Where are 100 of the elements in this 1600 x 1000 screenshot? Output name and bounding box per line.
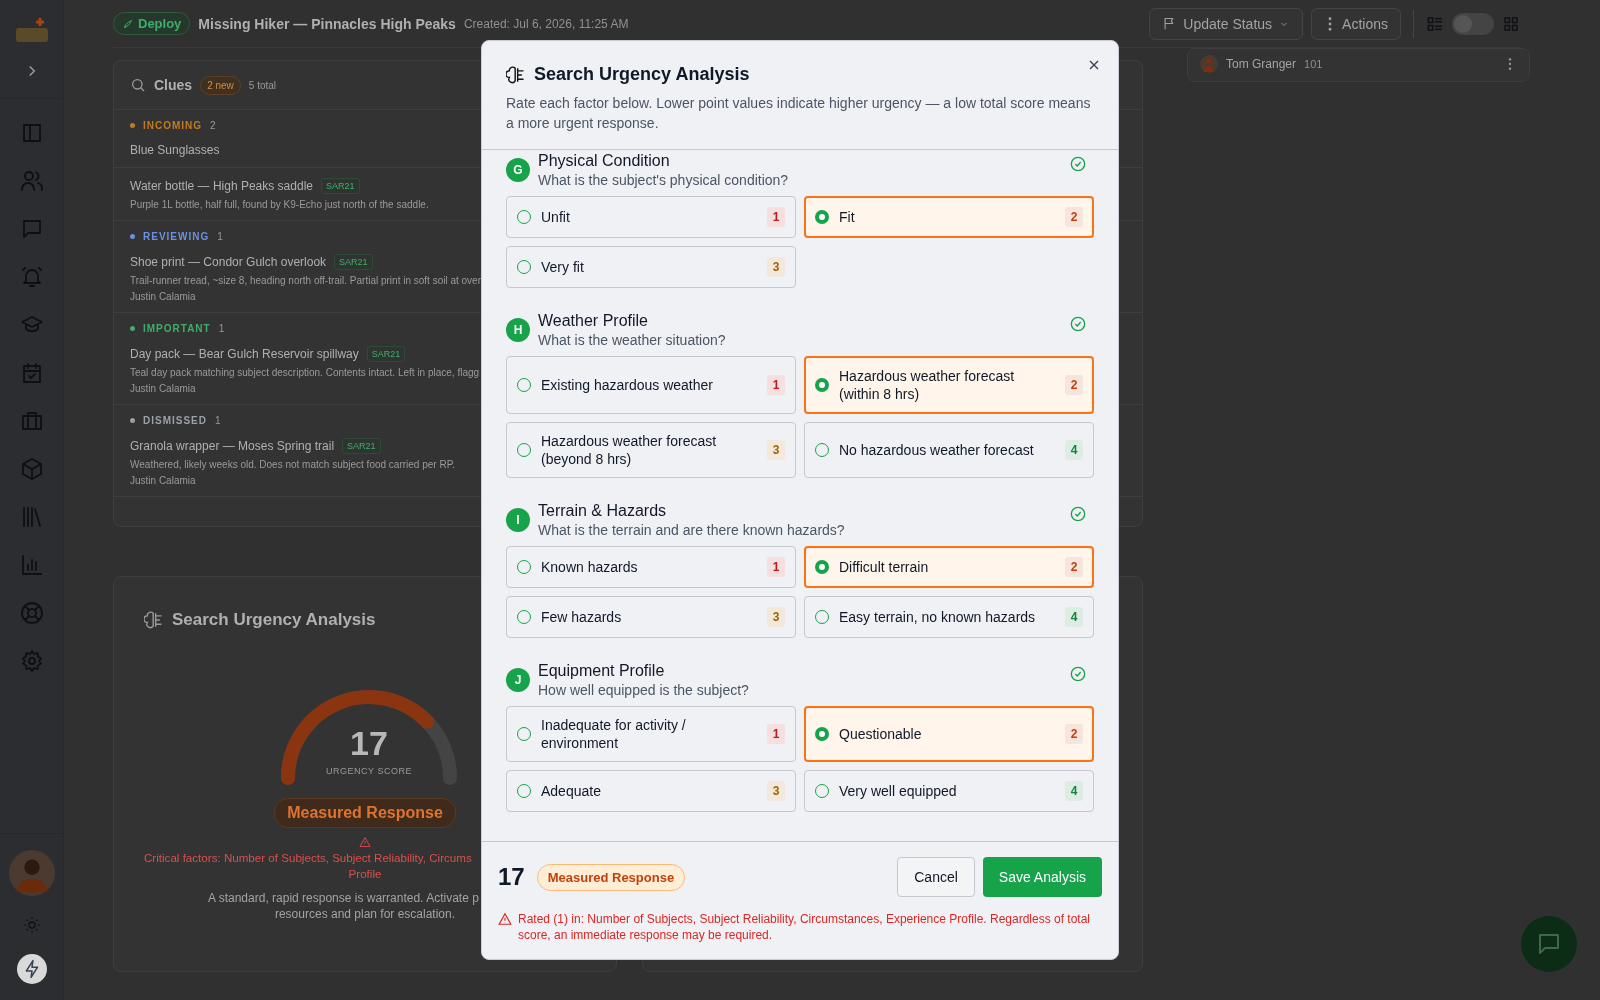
option-card[interactable]: Unfit 1	[506, 196, 796, 238]
clue-description: Trail-runner tread, ~size 8, heading north off-trail. Partial print in soft soil at over	[130, 275, 481, 286]
points-badge: 1	[767, 375, 785, 395]
more-icon[interactable]	[1507, 57, 1513, 71]
factor-letter: G	[506, 158, 530, 182]
crew-name: Tom Granger	[1226, 57, 1297, 71]
radio-button[interactable]	[815, 727, 829, 741]
clue-title[interactable]: Day pack — Bear Gulch Reservoir spillway	[130, 347, 359, 361]
search-icon	[130, 77, 146, 93]
factor-question: How well equipped is the subject?	[538, 682, 749, 698]
option-card[interactable]: Very well equipped 4	[804, 770, 1094, 812]
option-card[interactable]: Difficult terrain 2	[804, 546, 1094, 588]
option-label: Few hazards	[541, 608, 623, 627]
points-badge: 2	[1065, 207, 1083, 227]
points-badge: 2	[1065, 375, 1083, 395]
view-toggle[interactable]	[1452, 12, 1494, 35]
option-card[interactable]: Few hazards 3	[506, 596, 796, 638]
group-label[interactable]: INCOMING	[143, 120, 203, 131]
more-icon	[1328, 16, 1333, 31]
list-view-icon[interactable]	[1426, 14, 1444, 33]
clue-title[interactable]: Shoe print — Condor Gulch overlook	[130, 255, 327, 269]
option-card[interactable]: Hazardous weather forecast (beyond 8 hrs) 3	[506, 422, 796, 478]
points-badge: 1	[767, 557, 785, 577]
bell-icon[interactable]	[19, 265, 44, 289]
clue-tag: SAR21	[366, 346, 406, 362]
clue-title[interactable]: Water bottle — High Peaks saddle	[130, 179, 313, 193]
option-card[interactable]: Adequate 3	[506, 770, 796, 812]
points-badge: 2	[1065, 724, 1083, 744]
option-card[interactable]: Fit 2	[804, 196, 1094, 238]
clue-description: Purple 1L bottle, half full, found by K9-Echo just north of the saddle.	[130, 199, 429, 210]
crew-avatar	[1200, 55, 1218, 73]
brain-icon	[144, 610, 164, 630]
factor-letter: J	[506, 668, 530, 692]
option-label: Known hazards	[541, 558, 639, 577]
option-label: Easy terrain, no known hazards	[839, 608, 1037, 627]
clue-title[interactable]: Blue Sunglasses	[130, 143, 220, 157]
lightning-button[interactable]	[16, 954, 47, 984]
avatar[interactable]	[8, 850, 55, 896]
option-label: Difficult terrain	[839, 558, 930, 577]
chart-icon[interactable]	[19, 553, 44, 577]
points-badge: 1	[767, 207, 785, 227]
factor-question: What is the weather situation?	[538, 332, 726, 348]
option-label: No hazardous weather forecast	[839, 441, 1035, 460]
lifebuoy-icon[interactable]	[19, 601, 44, 625]
sun-icon[interactable]	[22, 916, 41, 934]
option-card[interactable]: Easy terrain, no known hazards 4	[804, 596, 1094, 638]
total-score: 17	[498, 863, 525, 891]
points-badge: 2	[1065, 557, 1083, 577]
clue-description: Weathered, likely weeks old. Does not match subject food carried per RP.	[130, 459, 455, 470]
option-card[interactable]: Existing hazardous weather 1	[506, 356, 796, 414]
crew-number: 101	[1304, 58, 1323, 70]
option-card[interactable]: No hazardous weather forecast 4	[804, 422, 1094, 478]
warning-icon	[359, 836, 371, 848]
option-card[interactable]: Known hazards 1	[506, 546, 796, 588]
warning-icon	[498, 912, 512, 926]
new-count-badge: 2 new	[200, 75, 241, 95]
option-label: Adequate	[541, 782, 602, 801]
users-icon[interactable]	[19, 169, 44, 193]
dialog-description: Rate each factor below. Lower point values indicate higher urgency — a low total score means a more urgent response.	[506, 94, 1092, 133]
group-label[interactable]: REVIEWING	[143, 231, 210, 242]
clue-description: Teal day pack matching subject description. Contents intact. Left in place, flagg	[130, 367, 480, 378]
factor-title: Equipment Profile	[538, 662, 665, 680]
clue-tag: SAR21	[321, 178, 360, 194]
response-level-badge: Measured Response	[274, 798, 456, 828]
option-label: Questionable	[839, 725, 923, 744]
group-count: 1	[217, 231, 223, 242]
group-label[interactable]: IMPORTANT	[143, 323, 211, 334]
points-badge: 3	[767, 607, 785, 627]
option-label: Unfit	[541, 208, 571, 227]
group-label[interactable]: DISMISSED	[143, 415, 207, 426]
clue-title[interactable]: Granola wrapper — Moses Spring trail	[130, 439, 335, 453]
clue-author: Justin Calamia	[130, 291, 196, 302]
update-status-button[interactable]: Update Status	[1149, 7, 1304, 40]
option-label: Very fit	[541, 258, 585, 277]
critical-factors-text: Profile	[348, 866, 382, 882]
settings-icon[interactable]	[19, 649, 44, 673]
points-badge: 3	[767, 257, 785, 277]
radio-button[interactable]	[815, 378, 829, 392]
response-level-badge: Measured Response	[536, 863, 686, 891]
warning-text: Rated (1) in: Number of Subjects, Subject Reliability, Circumstances, Experience Profile. Regardless of total score, an immediate response may be required.	[518, 911, 1092, 943]
points-badge: 3	[767, 440, 785, 460]
box-icon[interactable]	[19, 457, 44, 481]
option-label: Fit	[839, 208, 856, 227]
option-card[interactable]: Questionable 2	[804, 706, 1094, 762]
cancel-button[interactable]: Cancel	[897, 857, 975, 897]
actions-button[interactable]: Actions	[1311, 7, 1401, 40]
option-label: Hazardous weather forecast (beyond 8 hrs)	[541, 432, 718, 469]
briefcase-icon[interactable]	[19, 409, 44, 433]
option-card[interactable]: Inadequate for activity / environment 1	[506, 706, 796, 762]
factor-title: Weather Profile	[538, 312, 648, 330]
chat-button[interactable]	[1521, 916, 1577, 972]
option-card[interactable]: Hazardous weather forecast (within 8 hrs) 2	[804, 356, 1094, 414]
points-badge: 4	[1065, 607, 1083, 627]
dialog-title: Search Urgency Analysis	[534, 64, 750, 85]
option-label: Hazardous weather forecast (within 8 hrs)	[839, 367, 1016, 404]
option-card[interactable]: Very fit 3	[506, 246, 796, 288]
factor-letter: H	[506, 318, 530, 342]
radio-button[interactable]	[815, 210, 829, 224]
grid-view-icon[interactable]	[1502, 14, 1520, 33]
radio-button[interactable]	[815, 560, 829, 574]
